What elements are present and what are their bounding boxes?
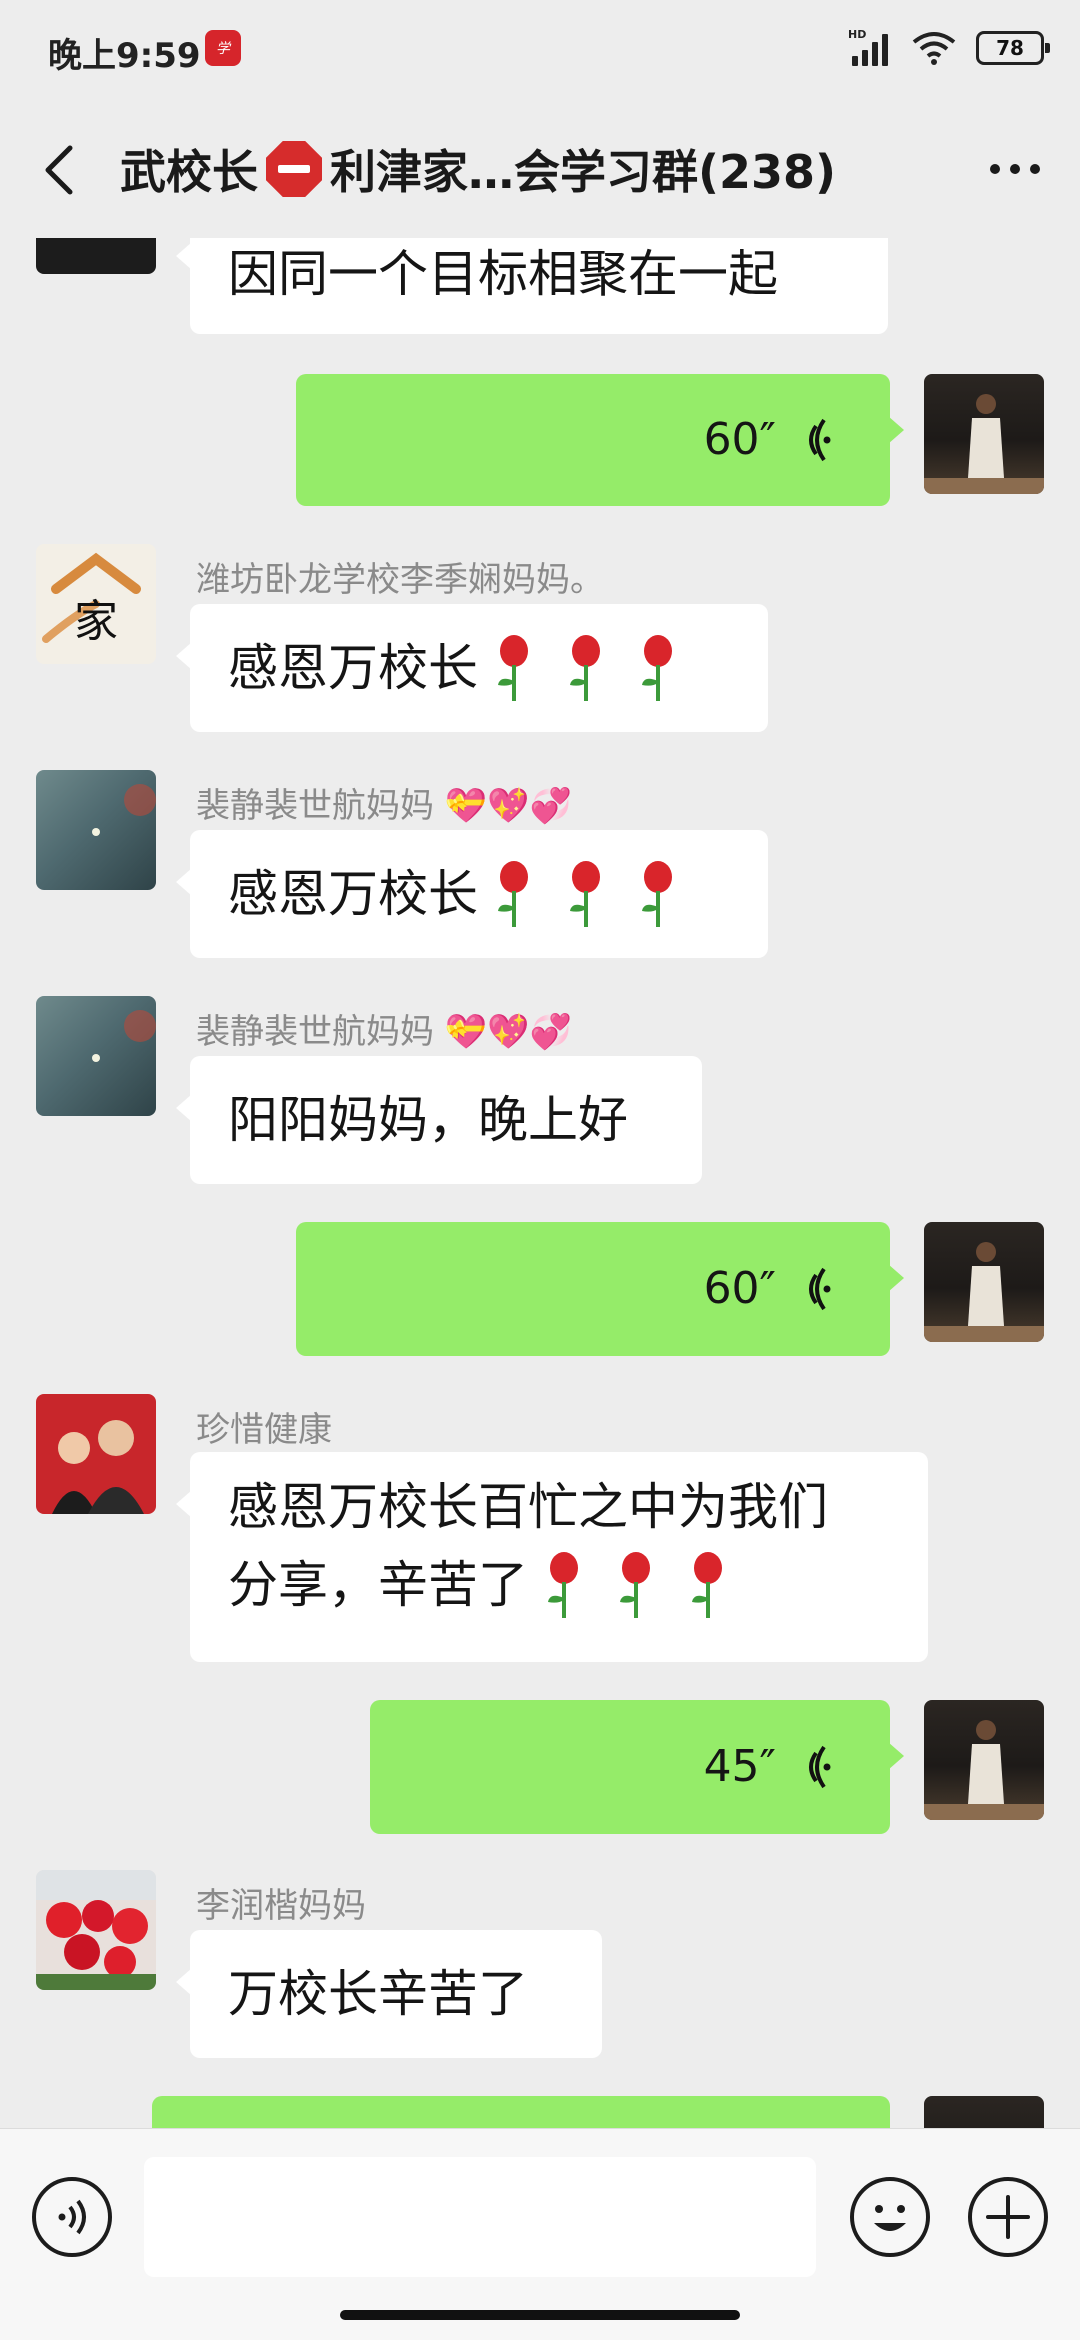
voice-bubble[interactable]: 60″ [296,1222,904,1356]
my-avatar[interactable] [924,1700,1044,1820]
person-figure [924,1720,1044,1820]
avatar[interactable] [36,770,156,890]
plus-icon [986,2195,1030,2239]
text-bubble[interactable]: 因同一个目标相聚在一起 [176,238,888,334]
rose-icon [620,1552,650,1618]
chat-title: 武校长 利津家…会学习群(238) [120,136,836,202]
emoji-button[interactable] [850,2177,930,2257]
battery-icon: 78 [976,31,1050,65]
sender-name-text: 裴静裴世航妈妈 [196,786,434,826]
rose-icon [498,861,528,927]
my-avatar[interactable] [924,374,1044,494]
notification-app-icon: 学 [205,30,241,66]
voice-wave-icon [809,418,831,462]
signal-icon: HD [848,28,892,66]
voice-wave-icon [809,1745,831,1789]
rose-icon [642,635,672,701]
rose-icon [570,861,600,927]
night-sky-art [92,784,156,836]
emoji-icon [874,2205,906,2231]
rose-icon [570,635,600,701]
chat-header: 武校长 利津家…会学习群(238) [0,100,1080,238]
text-bubble[interactable]: 阳阳妈妈，晚上好 [176,1056,702,1184]
sender-name: 李润楷妈妈 [196,1886,366,1926]
sender-name: 裴静裴世航妈妈 💝💖💞 [196,778,572,827]
family-avatar-art: 家 [42,552,141,647]
rose-icon [692,1552,722,1618]
avatar[interactable] [36,238,156,274]
text-bubble[interactable]: 感恩万校长 [176,604,768,732]
voice-duration: 60″ [703,1263,776,1314]
rose-icon [642,861,672,927]
home-indicator[interactable] [340,2310,740,2320]
message-text: 万校长辛苦了 [228,1965,528,2023]
family-photo-art [52,1420,144,1514]
voice-duration: 45″ [703,1741,776,1792]
rose-icon [548,1552,578,1618]
sender-name-text: 裴静裴世航妈妈 [196,1012,434,1052]
message-text: 感恩万校长 [228,865,478,923]
status-time: 晚上9:59 [48,36,201,76]
message-text: 分享，辛苦了 [228,1556,528,1614]
voice-duration: 60″ [703,414,776,465]
sender-name: 珍惜健康 [196,1410,332,1450]
text-bubble[interactable]: 感恩万校长百忙之中为我们 分享，辛苦了 [176,1452,928,1662]
sender-name: 潍坊卧龙学校李季娴妈妈。 [196,560,604,600]
text-bubble[interactable]: 万校长辛苦了 [176,1930,602,2058]
title-part1: 武校长 [120,145,258,199]
chat-messages[interactable]: 因同一个目标相聚在一起 60″ 家 潍坊卧龙学校李季娴妈妈。 感恩万校长 裴静裴… [0,238,1080,2128]
family-char: 家 [74,596,118,647]
status-indicators: HD 78 [848,26,1050,70]
message-text: 因同一个目标相聚在一起 [228,245,778,303]
network-type: HD [848,28,867,41]
voice-bubble[interactable]: 60″ [296,374,904,506]
person-figure [924,394,1044,494]
status-bar: 晚上9:59 学 HD 78 [0,0,1080,100]
avatar[interactable] [36,996,156,1116]
wifi-icon [912,32,956,65]
stop-sign-icon [266,141,322,197]
voice-bubble[interactable]: 45″ [370,1700,904,1834]
battery-level: 78 [996,36,1024,60]
night-sky-art [92,1010,156,1062]
message-line: 感恩万校长百忙之中为我们 [228,1478,828,1536]
message-text: 感恩万校长 [228,639,478,697]
flowers-avatar-art [36,1870,156,1990]
heart-emoji-icon: 💝💖💞 [444,1012,572,1052]
message-text: 阳阳妈妈，晚上好 [228,1091,628,1149]
message-line-2: 分享，辛苦了 [228,1546,744,1624]
voice-bubble[interactable] [152,2096,890,2128]
plus-button[interactable] [968,2177,1048,2257]
avatar[interactable] [36,1870,156,1990]
text-bubble[interactable]: 感恩万校长 [176,830,768,958]
heart-emoji-icon: 💝💖💞 [444,786,572,826]
rose-icon [498,635,528,701]
voice-input-icon [58,2199,86,2235]
voice-input-button[interactable] [32,2177,112,2257]
sender-name: 裴静裴世航妈妈 💝💖💞 [196,1004,572,1053]
person-figure [924,1242,1044,1342]
back-icon[interactable] [40,142,80,198]
voice-wave-icon [809,1267,831,1311]
avatar[interactable] [36,1394,156,1514]
more-icon[interactable] [990,164,1040,174]
my-avatar[interactable] [924,2096,1044,2128]
my-avatar[interactable] [924,1222,1044,1342]
title-part2: 利津家…会学习群(238) [330,145,837,199]
input-bar [0,2128,1080,2340]
avatar[interactable]: 家 [36,544,156,664]
message-input[interactable] [144,2157,816,2277]
